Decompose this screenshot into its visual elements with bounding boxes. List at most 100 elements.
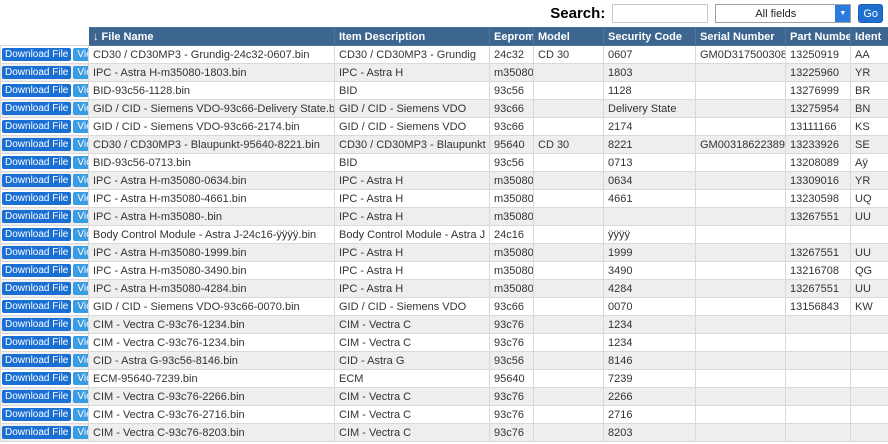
file-name-cell: IPC - Astra H-m35080-4284.bin [89,280,335,298]
ident-cell: KS [851,118,888,136]
view-button[interactable]: View [73,372,88,385]
download-file-button[interactable]: Download File [2,192,71,205]
eeprom-cell: 93c56 [490,154,534,172]
actions-cell: Download File View [1,82,89,100]
column-header-security-code[interactable]: Security Code [604,28,696,46]
view-button[interactable]: View [73,300,88,313]
chevron-down-icon[interactable]: ▼ [835,5,850,22]
table-row: Download File View BID-93c56-1128.bin BI… [1,82,888,100]
ident-cell [851,334,888,352]
view-button[interactable]: View [73,66,88,79]
view-button[interactable]: View [73,192,88,205]
actions-column-header [1,28,89,46]
security-code-cell: 4284 [604,280,696,298]
file-table-body: Download File View CD30 / CD30MP3 - Grun… [1,46,888,442]
download-file-button[interactable]: Download File [2,66,71,79]
download-file-button[interactable]: Download File [2,264,71,277]
part-number-cell [786,424,851,442]
part-number-cell [786,352,851,370]
view-button[interactable]: View [73,408,88,421]
download-file-button[interactable]: Download File [2,48,71,61]
table-row: Download File View GID / CID - Siemens V… [1,118,888,136]
download-file-button[interactable]: Download File [2,210,71,223]
part-number-cell: 13250919 [786,46,851,64]
download-file-button[interactable]: Download File [2,408,71,421]
actions-cell: Download File View [1,370,89,388]
actions-cell: Download File View [1,190,89,208]
column-header-part-number[interactable]: Part Number [786,28,851,46]
view-button[interactable]: View [73,48,88,61]
view-button[interactable]: View [73,264,88,277]
download-file-button[interactable]: Download File [2,228,71,241]
file-name-cell: IPC - Astra H-m35080-0634.bin [89,172,335,190]
view-button[interactable]: View [73,174,88,187]
serial-number-cell [696,244,786,262]
download-file-button[interactable]: Download File [2,174,71,187]
column-header-file-name[interactable]: ↓ File Name [89,28,335,46]
security-code-cell: 2174 [604,118,696,136]
part-number-cell [786,316,851,334]
column-header-serial-number[interactable]: Serial Number [696,28,786,46]
download-file-button[interactable]: Download File [2,120,71,133]
download-file-button[interactable]: Download File [2,426,71,439]
download-file-button[interactable]: Download File [2,372,71,385]
download-file-button[interactable]: Download File [2,282,71,295]
serial-number-cell [696,172,786,190]
download-file-button[interactable]: Download File [2,318,71,331]
eeprom-cell: m35080 [490,262,534,280]
item-description-cell: ECM [335,370,490,388]
view-button[interactable]: View [73,246,88,259]
view-button[interactable]: View [73,120,88,133]
download-file-button[interactable]: Download File [2,156,71,169]
view-button[interactable]: View [73,282,88,295]
eeprom-cell: m35080 [490,208,534,226]
ident-cell: UU [851,244,888,262]
security-code-cell: ÿÿÿÿ [604,226,696,244]
view-button[interactable]: View [73,156,88,169]
item-description-cell: IPC - Astra H [335,190,490,208]
column-header-eeprom[interactable]: Eeprom [490,28,534,46]
serial-number-cell [696,154,786,172]
item-description-cell: GID / CID - Siemens VDO [335,118,490,136]
actions-cell: Download File View [1,136,89,154]
view-button[interactable]: View [73,102,88,115]
view-button[interactable]: View [73,390,88,403]
search-input[interactable] [612,4,708,23]
item-description-cell: CIM - Vectra C [335,388,490,406]
view-button[interactable]: View [73,318,88,331]
file-name-cell: IPC - Astra H-m35080-.bin [89,208,335,226]
security-code-cell: 8203 [604,424,696,442]
part-number-cell: 13216708 [786,262,851,280]
ident-cell: BN [851,100,888,118]
column-header-item-description[interactable]: Item Description [335,28,490,46]
actions-cell: Download File View [1,46,89,64]
search-field-select[interactable]: All fields ▼ [715,4,851,23]
download-file-button[interactable]: Download File [2,390,71,403]
ident-cell: Aÿ [851,154,888,172]
view-button[interactable]: View [73,138,88,151]
download-file-button[interactable]: Download File [2,336,71,349]
download-file-button[interactable]: Download File [2,84,71,97]
ident-cell [851,406,888,424]
go-button[interactable]: Go [858,4,883,23]
column-header-model[interactable]: Model [534,28,604,46]
item-description-cell: BID [335,154,490,172]
view-button[interactable]: View [73,210,88,223]
security-code-cell [604,208,696,226]
view-button[interactable]: View [73,336,88,349]
view-button[interactable]: View [73,228,88,241]
download-file-button[interactable]: Download File [2,102,71,115]
part-number-cell: 13309016 [786,172,851,190]
table-row: Download File View IPC - Astra H-m35080-… [1,280,888,298]
view-button[interactable]: View [73,426,88,439]
download-file-button[interactable]: Download File [2,138,71,151]
security-code-cell: 0634 [604,172,696,190]
view-button[interactable]: View [73,84,88,97]
download-file-button[interactable]: Download File [2,300,71,313]
eeprom-cell: 93c76 [490,316,534,334]
column-header-ident[interactable]: Ident [851,28,888,46]
view-button[interactable]: View [73,354,88,367]
download-file-button[interactable]: Download File [2,246,71,259]
part-number-cell: 13267551 [786,244,851,262]
download-file-button[interactable]: Download File [2,354,71,367]
